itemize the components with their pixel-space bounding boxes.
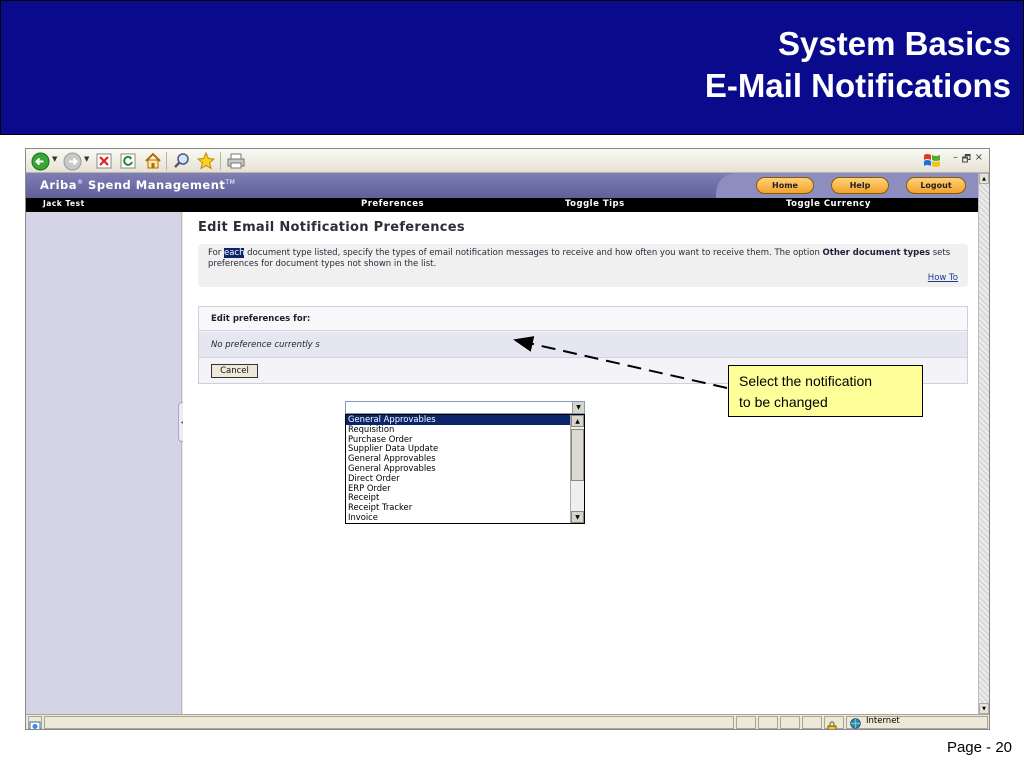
status-bar: Internet xyxy=(26,714,989,729)
callout-line1: Select the notification xyxy=(739,373,873,389)
dropdown-option[interactable]: Receipt Tracker xyxy=(346,502,584,513)
info-box: For each document type listed, specify t… xyxy=(198,244,968,287)
slide: System Basics E-Mail Notifications ▼ ▼ –… xyxy=(0,0,1024,768)
page-number: Page - 20 xyxy=(946,739,1012,756)
callout-box: Select the notification to be changed xyxy=(728,365,923,417)
edit-preferences-row: Edit preferences for: xyxy=(199,307,967,331)
edit-preferences-label: Edit preferences for: xyxy=(211,314,311,324)
nav-toggle-tips[interactable]: Toggle Tips xyxy=(565,199,625,209)
dropdown-option[interactable]: ERP Order xyxy=(346,483,584,494)
home-button[interactable]: Home xyxy=(756,177,814,194)
dropdown-scrollbar[interactable]: ▲ ▼ xyxy=(570,415,584,523)
document-type-select[interactable]: ▼ xyxy=(345,401,585,414)
lock-icon xyxy=(824,716,844,729)
refresh-icon[interactable] xyxy=(118,151,138,171)
stop-icon[interactable] xyxy=(94,151,114,171)
search-icon[interactable] xyxy=(172,151,192,171)
home-icon[interactable] xyxy=(143,151,163,171)
back-dropdown-icon[interactable]: ▼ xyxy=(52,155,57,163)
windows-logo-icon xyxy=(923,152,941,168)
browser-window: ▼ ▼ – 🗗 × Ariba® Spend ManagementTM Home… xyxy=(25,148,990,730)
globe-icon xyxy=(850,718,861,729)
logout-button[interactable]: Logout xyxy=(906,177,966,194)
ariba-nav-bar: Jack Test Preferences Toggle Tips Toggle… xyxy=(26,198,978,212)
slide-title-line1: System Basics xyxy=(778,25,1011,62)
security-zone-label: Internet xyxy=(866,716,900,726)
page-scrollbar[interactable]: ▲ ▼ xyxy=(978,173,989,714)
chevron-down-icon[interactable]: ▼ xyxy=(572,402,584,413)
help-button[interactable]: Help xyxy=(831,177,889,194)
page-title: Edit Email Notification Preferences xyxy=(198,220,465,235)
slide-title-line2: E-Mail Notifications xyxy=(704,67,1011,104)
ariba-logo: Ariba® Spend ManagementTM xyxy=(40,178,236,192)
scroll-thumb[interactable] xyxy=(571,429,584,481)
dropdown-option[interactable]: Invoice xyxy=(346,512,584,523)
back-icon[interactable] xyxy=(30,151,50,171)
cancel-button[interactable]: Cancel xyxy=(211,364,258,378)
highlighted-word: each xyxy=(223,248,245,258)
document-type-dropdown-list[interactable]: General Approvables Requisition Purchase O… xyxy=(345,414,585,524)
browser-toolbar: ▼ ▼ – 🗗 × xyxy=(26,149,989,173)
status-text-cell xyxy=(44,716,734,729)
print-icon[interactable] xyxy=(226,151,246,171)
scroll-up-icon[interactable]: ▲ xyxy=(571,415,584,427)
scroll-up-icon[interactable]: ▲ xyxy=(979,173,989,184)
favorites-icon[interactable] xyxy=(196,151,216,171)
restore-icon[interactable]: 🗗 xyxy=(962,152,971,169)
callout-line2: to be changed xyxy=(739,394,828,410)
nav-toggle-currency[interactable]: Toggle Currency xyxy=(786,199,871,209)
nav-preferences[interactable]: Preferences xyxy=(361,199,424,209)
no-preference-row: No preference currently s xyxy=(199,332,967,358)
forward-dropdown-icon[interactable]: ▼ xyxy=(84,155,89,163)
page-icon xyxy=(28,716,42,729)
slide-title: System Basics E-Mail Notifications xyxy=(705,23,1011,107)
slide-header: System Basics E-Mail Notifications xyxy=(0,0,1024,135)
how-to-link[interactable]: How To xyxy=(928,273,958,284)
scroll-down-icon[interactable]: ▼ xyxy=(571,511,584,523)
close-icon[interactable]: × xyxy=(975,152,983,163)
scroll-down-icon[interactable]: ▼ xyxy=(979,703,989,714)
no-preference-text: No preference currently s xyxy=(211,340,320,350)
user-name: Jack Test xyxy=(43,199,85,208)
forward-icon[interactable] xyxy=(62,151,82,171)
left-sidebar: ◂ xyxy=(26,212,186,714)
minimize-icon[interactable]: – xyxy=(953,152,958,163)
ariba-header: Ariba® Spend ManagementTM Home Help Logo… xyxy=(26,173,978,198)
